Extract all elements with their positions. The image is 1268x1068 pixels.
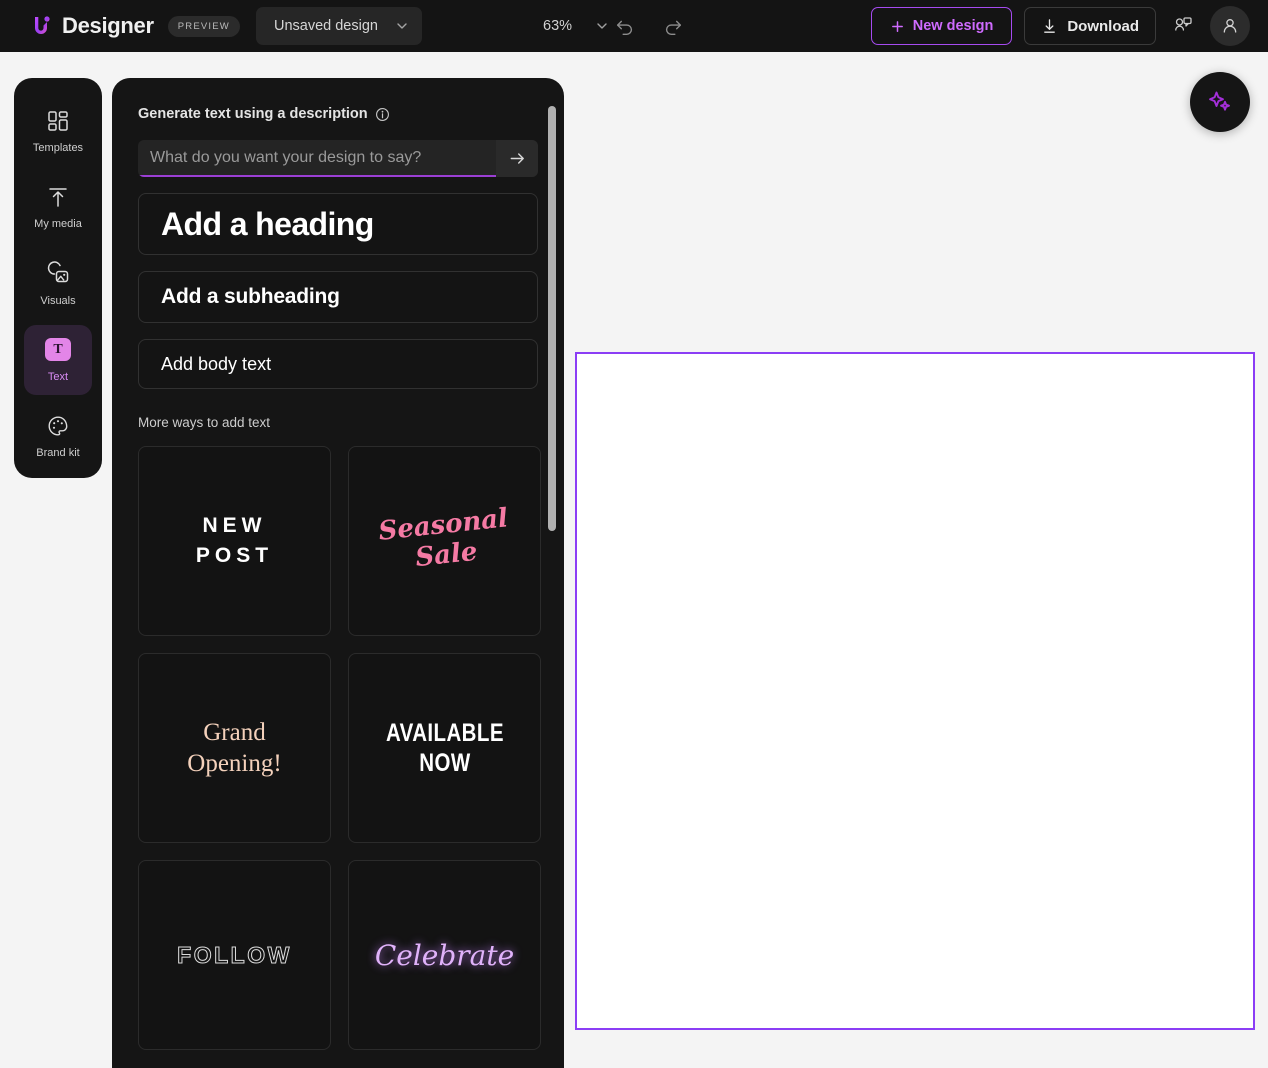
document-name-label: Unsaved design xyxy=(273,18,378,34)
sidebar-item-text[interactable]: T Text xyxy=(24,325,92,395)
text-template-card[interactable]: Seasonal Sale xyxy=(348,446,541,636)
generate-submit-button[interactable] xyxy=(496,140,538,177)
new-design-button[interactable]: New design xyxy=(870,7,1013,45)
text-panel: Generate text using a description Add a … xyxy=(112,78,564,1068)
templates-grid-icon xyxy=(45,108,71,134)
text-template-card[interactable]: Grand Opening! xyxy=(138,653,331,843)
download-label: Download xyxy=(1067,17,1139,35)
zoom-level-value: 63% xyxy=(543,18,573,34)
arrow-right-icon xyxy=(510,153,524,164)
text-template-card[interactable]: FOLLOW xyxy=(138,860,331,1050)
add-subheading-button[interactable]: Add a subheading xyxy=(138,271,538,323)
text-template-card[interactable]: NEW POST xyxy=(138,446,331,636)
text-template-label: AVAILABLE NOW xyxy=(385,719,504,777)
sidebar-item-label: Visuals xyxy=(40,294,76,307)
app-title: Designer xyxy=(62,13,154,38)
app-header: Designer PREVIEW Unsaved design 63% New … xyxy=(0,0,1268,52)
undo-icon[interactable] xyxy=(612,13,638,39)
text-t-icon: T xyxy=(45,337,71,363)
text-template-card[interactable]: AVAILABLE NOW xyxy=(348,653,541,843)
download-button[interactable]: Download xyxy=(1024,7,1156,45)
share-collaborate-icon[interactable] xyxy=(1168,11,1198,41)
panel-scrollbar[interactable] xyxy=(548,106,556,531)
sidebar-item-label: My media xyxy=(34,218,82,231)
text-template-card[interactable]: Celebrate xyxy=(348,860,541,1050)
document-name-dropdown[interactable]: Unsaved design xyxy=(255,7,422,45)
sidebar-item-label: Brand kit xyxy=(36,447,80,460)
header-actions: New design Download xyxy=(870,6,1250,46)
text-template-label: Seasonal Sale xyxy=(376,503,509,574)
designer-logo-icon xyxy=(35,16,50,34)
app-root: Designer PREVIEW Unsaved design 63% New … xyxy=(0,0,1268,1068)
more-ways-label: More ways to add text xyxy=(138,415,271,430)
redo-icon[interactable] xyxy=(660,13,686,39)
sidebar-item-templates[interactable]: Templates xyxy=(24,96,92,165)
generate-prompt-input[interactable] xyxy=(138,140,496,177)
app-logo[interactable]: Designer xyxy=(28,13,154,39)
generate-prompt-row xyxy=(138,140,538,177)
sidebar-item-label: Text xyxy=(47,370,69,383)
text-template-grid: NEW POST Seasonal Sale Grand Opening! AV… xyxy=(138,446,541,1050)
zoom-control[interactable]: 63% xyxy=(543,18,610,34)
text-template-label: NEW POST xyxy=(195,513,274,567)
text-template-label: Grand Opening! xyxy=(187,718,282,777)
palette-icon xyxy=(45,413,71,439)
ai-assistant-button[interactable] xyxy=(1190,72,1250,132)
tool-rail: Templates My media Visuals T Text Brand … xyxy=(14,78,102,478)
new-design-label: New design xyxy=(912,18,994,34)
plus-icon xyxy=(891,20,903,32)
history-controls xyxy=(612,13,686,39)
visuals-image-icon xyxy=(45,261,71,287)
preview-badge: PREVIEW xyxy=(167,15,240,37)
user-avatar-icon[interactable] xyxy=(1210,6,1250,46)
sidebar-item-my-media[interactable]: My media xyxy=(24,172,92,241)
text-template-label: Celebrate xyxy=(374,938,515,972)
upload-arrow-icon xyxy=(45,184,71,210)
design-canvas[interactable] xyxy=(575,352,1255,1030)
generate-text-label: Generate text using a description xyxy=(138,106,368,122)
chevron-down-icon xyxy=(397,23,407,29)
generate-text-header: Generate text using a description xyxy=(138,106,538,122)
text-template-label: FOLLOW xyxy=(177,941,292,968)
sparkle-magic-icon xyxy=(1209,91,1230,111)
sidebar-item-visuals[interactable]: Visuals xyxy=(24,249,92,318)
download-arrow-icon xyxy=(1044,18,1056,33)
chevron-down-icon xyxy=(597,23,607,29)
sidebar-item-brand-kit[interactable]: Brand kit xyxy=(24,402,92,471)
add-body-text-button[interactable]: Add body text xyxy=(138,339,538,389)
info-circle-icon[interactable] xyxy=(375,107,390,122)
sidebar-item-label: Templates xyxy=(32,141,84,154)
add-heading-button[interactable]: Add a heading xyxy=(138,193,538,255)
